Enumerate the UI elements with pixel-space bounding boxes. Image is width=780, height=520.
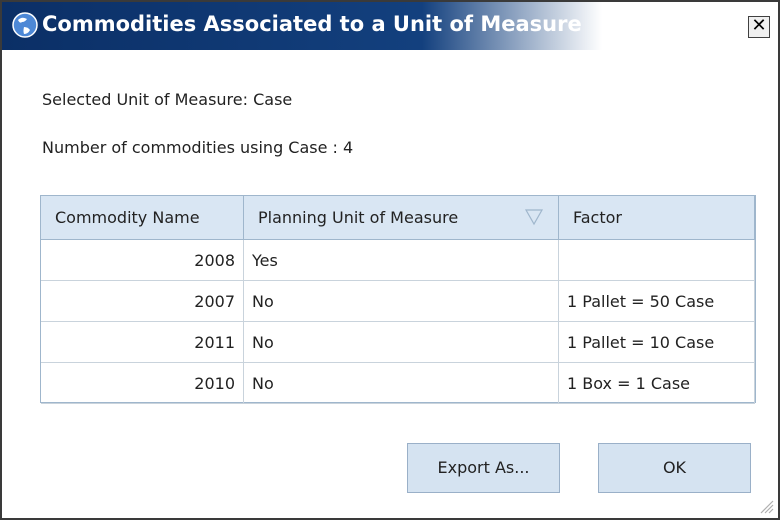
column-header-planning-unit[interactable]: Planning Unit of Measure — [243, 196, 559, 240]
sort-descending-icon[interactable] — [524, 207, 544, 227]
planning-unit-cell: No — [243, 321, 559, 363]
planning-unit-cell: No — [243, 362, 559, 404]
export-as-button[interactable]: Export As... — [407, 443, 560, 493]
column-header-factor[interactable]: Factor — [558, 196, 755, 240]
table-row[interactable]: 2008 Yes — [41, 239, 755, 281]
planning-unit-cell: Yes — [243, 239, 559, 281]
factor-cell: 1 Pallet = 50 Case — [558, 280, 755, 322]
commodity-name-cell: 2008 — [41, 239, 244, 281]
commodities-table: Commodity Name Planning Unit of Measure … — [40, 195, 756, 404]
globe-icon — [12, 12, 38, 38]
table-row[interactable]: 2010 No 1 Box = 1 Case — [41, 362, 755, 404]
factor-cell: 1 Box = 1 Case — [558, 362, 755, 404]
commodity-name-cell: 2011 — [41, 321, 244, 363]
planning-unit-cell: No — [243, 280, 559, 322]
factor-cell — [558, 239, 755, 281]
commodity-count-label: Number of commodities using Case : 4 — [42, 138, 354, 157]
dialog-window: Commodities Associated to a Unit of Meas… — [0, 0, 780, 520]
title-bar[interactable]: Commodities Associated to a Unit of Meas… — [2, 2, 778, 50]
close-button[interactable]: ✕ — [748, 16, 770, 38]
ok-button[interactable]: OK — [598, 443, 751, 493]
factor-cell: 1 Pallet = 10 Case — [558, 321, 755, 363]
table-row[interactable]: 2007 No 1 Pallet = 50 Case — [41, 280, 755, 322]
table-row[interactable]: 2011 No 1 Pallet = 10 Case — [41, 321, 755, 363]
resize-grip-icon[interactable] — [758, 498, 774, 514]
commodity-name-cell: 2010 — [41, 362, 244, 404]
column-header-label: Planning Unit of Measure — [258, 208, 459, 227]
table-header-row: Commodity Name Planning Unit of Measure … — [41, 196, 755, 240]
commodity-name-cell: 2007 — [41, 280, 244, 322]
column-header-commodity-name[interactable]: Commodity Name — [41, 196, 244, 240]
selected-unit-label: Selected Unit of Measure: Case — [42, 90, 293, 109]
window-title: Commodities Associated to a Unit of Meas… — [42, 12, 582, 36]
